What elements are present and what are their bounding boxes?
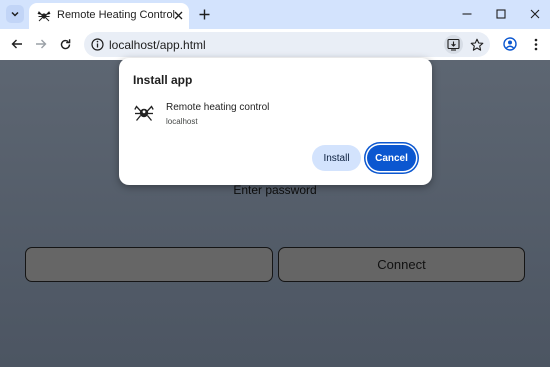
install-app-dialog: Install app Remote heating control local… — [119, 58, 432, 185]
close-window-button[interactable] — [526, 5, 544, 23]
bookmark-button[interactable] — [468, 36, 485, 53]
app-name: Remote heating control — [166, 102, 270, 113]
browser-toolbar: localhost/app.html — [0, 29, 550, 60]
close-icon — [530, 9, 540, 19]
maximize-icon — [496, 9, 506, 19]
address-bar[interactable]: localhost/app.html — [84, 32, 490, 57]
close-icon — [174, 11, 182, 19]
connect-button[interactable]: Connect — [278, 247, 525, 282]
minimize-icon — [462, 13, 472, 15]
password-label: Enter password — [233, 183, 317, 197]
url-text[interactable]: localhost/app.html — [109, 38, 206, 52]
install-app-button[interactable] — [444, 35, 463, 54]
spider-icon — [134, 105, 154, 121]
menu-button[interactable] — [527, 35, 545, 53]
forward-button[interactable] — [32, 35, 50, 53]
info-icon[interactable] — [90, 37, 105, 52]
star-icon — [470, 38, 483, 51]
new-tab-button[interactable] — [196, 6, 212, 22]
dialog-title: Install app — [133, 73, 193, 87]
browser-tab[interactable]: Remote Heating Control — [29, 3, 189, 29]
spider-icon — [37, 11, 51, 22]
install-icon — [447, 38, 460, 51]
chevron-down-icon — [11, 11, 19, 17]
arrow-right-icon — [36, 39, 47, 49]
maximize-button[interactable] — [492, 5, 510, 23]
tab-close-button[interactable] — [171, 8, 185, 22]
profile-icon — [503, 37, 517, 51]
tab-title: Remote Heating Control — [57, 9, 176, 21]
reload-button[interactable] — [56, 35, 74, 53]
install-button[interactable]: Install — [312, 145, 361, 171]
password-input[interactable] — [25, 247, 273, 282]
arrow-left-icon — [11, 39, 22, 49]
app-origin: localhost — [166, 117, 198, 126]
tab-strip: Remote Heating Control — [0, 0, 550, 29]
minimize-button[interactable] — [458, 5, 476, 23]
cancel-button[interactable]: Cancel — [367, 145, 416, 171]
browser-window: Remote Heating Control localhost/app.htm… — [0, 0, 550, 367]
kebab-menu-icon — [534, 38, 538, 50]
reload-icon — [60, 38, 70, 49]
back-button[interactable] — [8, 35, 26, 53]
plus-icon — [199, 9, 209, 19]
profile-button[interactable] — [501, 35, 519, 53]
tab-search-button[interactable] — [6, 5, 24, 23]
